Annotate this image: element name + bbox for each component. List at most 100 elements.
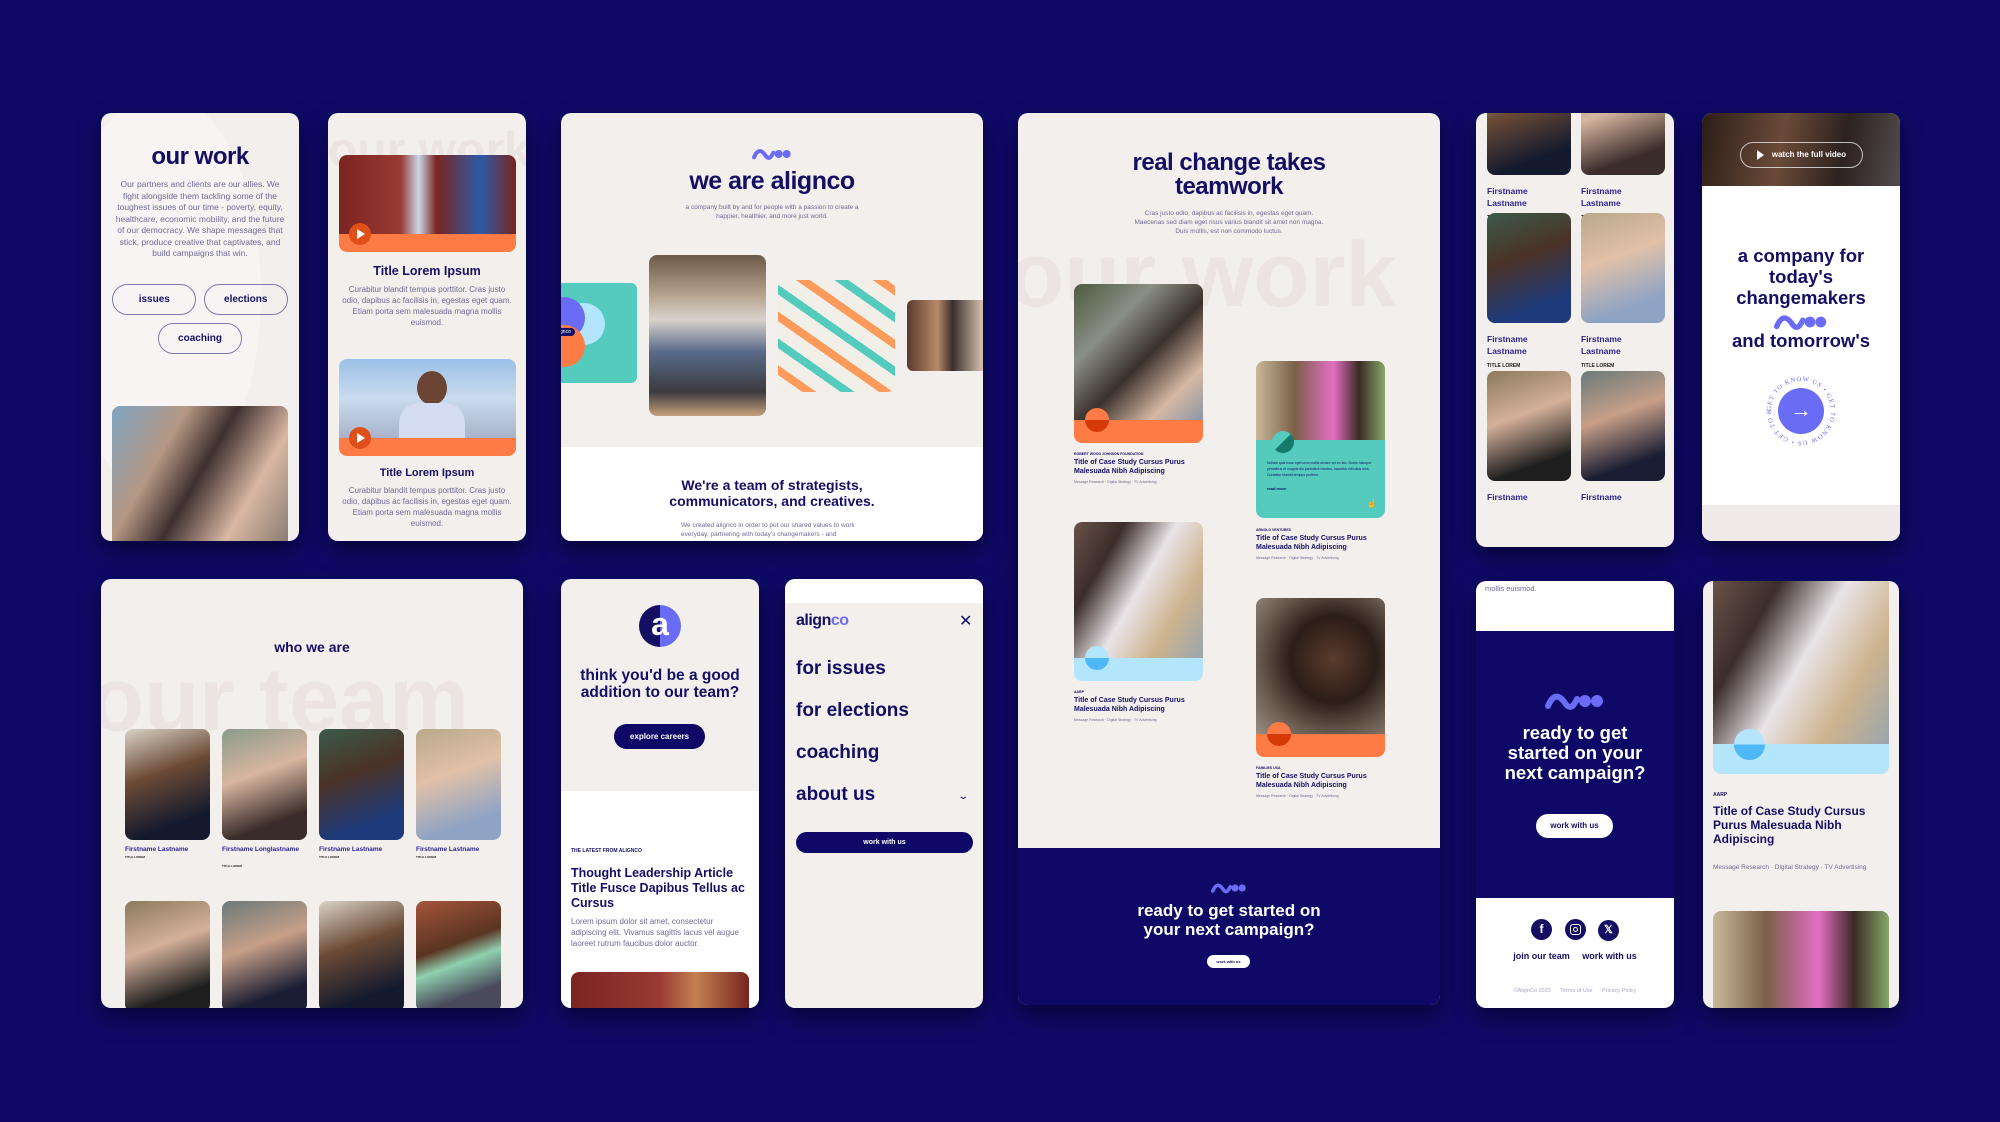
- case-mobile-image-2[interactable]: [1713, 911, 1889, 1008]
- case-client-2: ARNOLD VENTURES: [1256, 528, 1292, 532]
- our-work-body: Our partners and clients are our allies.…: [115, 179, 285, 258]
- footer-top-text: mollis euismod.: [1485, 584, 1537, 593]
- team-member-photo[interactable]: [1581, 371, 1665, 481]
- case-mobile-card: AARP Title of Case Study Cursus Purus Ma…: [1703, 581, 1899, 1008]
- case-tags-1: Message Research · Digital Strategy · TV…: [1074, 480, 1157, 484]
- team-member-name: Firstname: [1581, 492, 1622, 502]
- team-member-name: Firstname Lastname: [1487, 334, 1528, 356]
- case-study-image-2[interactable]: Nullam quis risus eget urna mollis ornar…: [1256, 361, 1385, 518]
- video-thumbnail-1[interactable]: [339, 155, 516, 252]
- team-member-photo[interactable]: [416, 901, 501, 1008]
- play-icon[interactable]: [349, 427, 371, 449]
- squiggle-logo-icon: [1772, 313, 1830, 331]
- case-client-3: AARP: [1074, 690, 1084, 694]
- cta-title: ready to get started on your next campai…: [1137, 901, 1321, 939]
- privacy-link[interactable]: Privacy Policy: [1602, 988, 1636, 994]
- video-thumbnail-2[interactable]: [339, 359, 516, 456]
- team-member-name: Firstname Longlastname: [222, 846, 299, 853]
- video-body-1: Curabitur blandit tempus porttitor. Cras…: [342, 285, 512, 327]
- get-to-know-us-button[interactable]: GET TO KNOW US • GET TO KNOW US • GET TO…: [1759, 368, 1839, 449]
- team-member-photo[interactable]: [125, 729, 210, 840]
- video-list-card: our work Title Lorem Ipsum Curabitur bla…: [328, 113, 526, 541]
- case-client-4: FAMILIES USA: [1256, 766, 1281, 770]
- who-we-are-card: who we are our team Firstname Lastname TI…: [101, 579, 523, 1008]
- case-title-2[interactable]: Title of Case Study Cursus Purus Malesua…: [1256, 534, 1381, 552]
- cta-section: ready to get started on your next campai…: [1018, 848, 1440, 1005]
- team-member-photo[interactable]: [222, 729, 307, 840]
- arrow-right-icon: →: [1778, 388, 1824, 434]
- menu-item-coaching[interactable]: coaching: [796, 742, 879, 764]
- team-member-photo[interactable]: [319, 729, 404, 840]
- x-icon[interactable]: 𝕏: [1597, 920, 1619, 941]
- team-member-photo[interactable]: [1581, 113, 1665, 175]
- hero-line-2: and tomorrow's: [1731, 330, 1871, 351]
- join-our-team-link[interactable]: join our team: [1513, 951, 1570, 961]
- case-mobile-title[interactable]: Title of Case Study Cursus Purus Malesua…: [1713, 804, 1891, 846]
- case-studies-subtitle: Cras justo odio, dapibus ac facilisis in…: [1134, 210, 1324, 235]
- explore-careers-button[interactable]: explore careers: [614, 724, 705, 749]
- team-member-title: TITLE LOREM: [1581, 363, 1615, 369]
- footer-work-with-us-link[interactable]: work with us: [1582, 951, 1637, 961]
- our-work-card: our work Our partners and clients are ou…: [101, 113, 299, 541]
- case-study-image-3[interactable]: [1074, 522, 1203, 681]
- case-study-image-1[interactable]: [1074, 284, 1203, 443]
- alignco-wordmark[interactable]: alignco: [796, 612, 849, 630]
- case-title-1[interactable]: Title of Case Study Cursus Purus Malesua…: [1074, 458, 1199, 476]
- case-studies-card: real change takes teamwork Cras justo od…: [1018, 113, 1440, 1005]
- team-member-photo[interactable]: [1487, 213, 1571, 323]
- read-more-link[interactable]: read more: [1267, 486, 1286, 491]
- close-icon[interactable]: ✕: [959, 611, 972, 631]
- wordmark-align: align: [796, 612, 831, 629]
- squiggle-logo-icon: [1211, 882, 1247, 894]
- case-tags-2: Message Research · Digital Strategy · TV…: [1256, 556, 1339, 560]
- squiggle-logo-icon: [752, 147, 792, 161]
- article-image[interactable]: [571, 972, 749, 1008]
- logo-letter: a: [651, 606, 669, 642]
- about-title: we are alignco: [689, 167, 855, 195]
- team-member-title: TITLE LOREM: [416, 855, 436, 859]
- about-subtitle: a company built by and for people with a…: [685, 204, 859, 220]
- team-member-photo[interactable]: [1487, 371, 1571, 481]
- team-member-photo[interactable]: [222, 901, 307, 1008]
- menu-item-for-issues[interactable]: for issues: [796, 658, 886, 680]
- video-title-1: Title Lorem Ipsum: [373, 264, 481, 278]
- mother-child-photo: [112, 406, 288, 541]
- case-tags-3: Message Research · Digital Strategy · TV…: [1074, 718, 1157, 722]
- terms-link[interactable]: Terms of Use: [1560, 988, 1592, 994]
- tag-coaching[interactable]: coaching: [158, 322, 242, 354]
- storyboard-photo: [778, 280, 895, 392]
- case-title-3[interactable]: Title of Case Study Cursus Purus Malesua…: [1074, 696, 1199, 714]
- case-mobile-image[interactable]: [1713, 581, 1889, 774]
- play-icon[interactable]: [349, 223, 371, 245]
- instagram-icon[interactable]: [1564, 919, 1586, 940]
- case-hover-text: Nullam quis risus eget urna mollis ornar…: [1267, 461, 1372, 477]
- menu-item-for-elections[interactable]: for elections: [796, 700, 909, 722]
- tag-elections[interactable]: elections: [203, 283, 288, 315]
- facebook-icon[interactable]: f: [1531, 919, 1553, 940]
- watch-video-button[interactable]: watch the full video: [1740, 142, 1863, 168]
- article-title[interactable]: Thought Leadership Article Title Fusce D…: [571, 866, 751, 911]
- tag-issues[interactable]: issues: [112, 283, 197, 315]
- team-member-photo[interactable]: [1581, 213, 1665, 323]
- squiggle-logo-icon: [1543, 691, 1607, 711]
- cta-work-with-us-button[interactable]: work with us: [1207, 955, 1250, 968]
- team-member-photo[interactable]: [1487, 113, 1571, 175]
- about-body: We created alignco in order to put our s…: [681, 522, 855, 538]
- case-study-image-4[interactable]: [1256, 598, 1385, 757]
- team-member-name: Firstname Lastname: [125, 846, 189, 853]
- hero-video-strip: watch the full video: [1702, 113, 1900, 186]
- hero-mobile-card: watch the full video a company for today…: [1702, 113, 1900, 541]
- team-member-photo[interactable]: [319, 901, 404, 1008]
- footer-mobile-card: mollis euismod. ready to get started on …: [1476, 581, 1674, 1008]
- team-member-photo[interactable]: [416, 729, 501, 840]
- latest-eyebrow: THE LATEST FROM ALIGNCO: [571, 848, 642, 854]
- team-member-photo[interactable]: [125, 901, 210, 1008]
- case-title-4[interactable]: Title of Case Study Cursus Purus Malesua…: [1256, 772, 1381, 790]
- team-member-name: Firstname Lastname: [1487, 186, 1528, 208]
- footer-work-with-us-button[interactable]: work with us: [1536, 814, 1613, 838]
- menu-work-with-us-button[interactable]: work with us: [796, 832, 973, 853]
- chevron-down-icon[interactable]: ⌄: [957, 791, 969, 802]
- logo-badge: alignco: [561, 328, 575, 336]
- menu-item-about-us[interactable]: about us: [796, 784, 875, 806]
- careers-card: a think you'd be a good addition to our …: [561, 579, 759, 1008]
